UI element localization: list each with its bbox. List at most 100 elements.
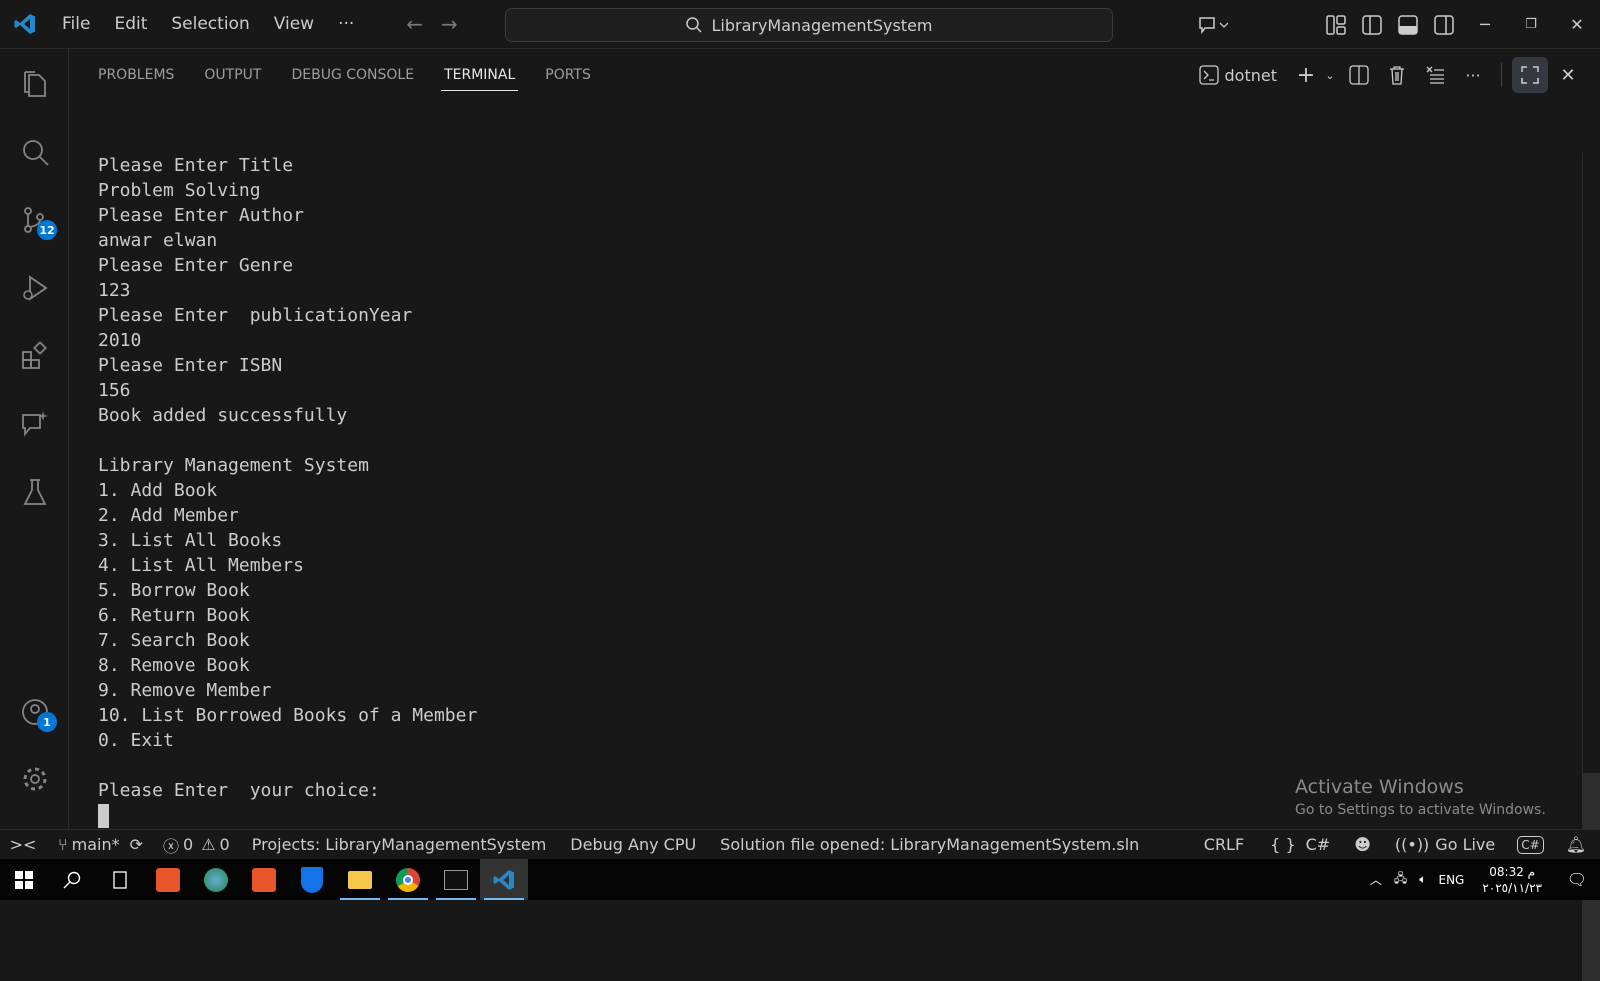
file-explorer-icon[interactable]	[336, 859, 384, 900]
terminal-line: anwar elwan	[98, 230, 218, 251]
input-language[interactable]: ENG	[1438, 873, 1464, 887]
menu-view[interactable]: View	[262, 14, 326, 34]
run-debug-icon[interactable]	[12, 265, 57, 310]
tab-problems[interactable]: PROBLEMS	[98, 49, 174, 101]
split-terminal-icon[interactable]	[1341, 57, 1377, 93]
minimize-icon[interactable]: ─	[1462, 7, 1508, 43]
sync-icon[interactable]: ⟳	[130, 835, 143, 854]
tray-chevron-up-icon[interactable]: ︿	[1370, 871, 1382, 888]
terminal-line: Please Enter ISBN	[98, 355, 283, 376]
terminal-line: 1. Add Book	[98, 480, 218, 501]
terminal-line: 5. Borrow Book	[98, 580, 250, 601]
source-control-badge: 12	[37, 220, 57, 240]
csharp-dev-kit-icon[interactable]: C#	[1517, 835, 1544, 854]
search-icon[interactable]	[12, 129, 57, 174]
chevron-down-icon[interactable]: ⌄	[1321, 57, 1339, 93]
explorer-icon[interactable]	[12, 61, 57, 106]
menu-edit[interactable]: Edit	[102, 14, 159, 34]
build-config[interactable]: Debug Any CPU	[570, 835, 696, 854]
tab-debug-console[interactable]: DEBUG CONSOLE	[291, 49, 414, 101]
volume-icon[interactable]: 🔈︎	[1419, 872, 1426, 887]
new-terminal-icon[interactable]: +	[1293, 57, 1319, 93]
language-braces[interactable]: { }	[1270, 835, 1295, 854]
terminal-line: Please Enter Author	[98, 205, 304, 226]
close-panel-icon[interactable]: ✕	[1550, 57, 1586, 93]
tab-ports[interactable]: PORTS	[545, 49, 591, 101]
menu-more[interactable]: ···	[326, 14, 366, 34]
testing-icon[interactable]	[12, 469, 57, 514]
command-center-search[interactable]: LibraryManagementSystem	[505, 8, 1113, 42]
task-view-icon[interactable]	[96, 859, 144, 900]
terminal-line: Please Enter your choice:	[98, 780, 380, 801]
menu-selection[interactable]: Selection	[159, 14, 261, 34]
maximize-panel-icon[interactable]	[1512, 57, 1548, 93]
back-arrow-icon[interactable]: ←	[406, 12, 423, 36]
projects-status[interactable]: Projects: LibraryManagementSystem	[252, 835, 547, 854]
terminal-cursor	[98, 804, 109, 828]
toggle-panel-icon[interactable]	[1390, 7, 1426, 43]
extensions-icon[interactable]	[12, 333, 57, 378]
trash-icon[interactable]	[1379, 57, 1415, 93]
app-icon-orange[interactable]	[144, 859, 192, 900]
terminal-line: 6. Return Book	[98, 605, 250, 626]
remote-icon[interactable]: ><	[0, 835, 46, 854]
terminal-line: 156	[98, 380, 131, 401]
eol-status[interactable]: CRLF	[1204, 835, 1244, 854]
defender-shield-icon[interactable]	[288, 859, 336, 900]
error-icon[interactable]: ⓧ	[163, 833, 179, 857]
notifications-bell-icon[interactable]: 🔔︎	[1566, 835, 1586, 854]
watermark-subtitle: Go to Settings to activate Windows.	[1295, 802, 1546, 818]
warning-count[interactable]: 0	[220, 835, 230, 854]
terminal-line: Please Enter Genre	[98, 255, 294, 276]
settings-gear-icon[interactable]	[12, 756, 57, 801]
command-prompt-icon[interactable]	[432, 859, 480, 900]
app-icon-globe[interactable]	[192, 859, 240, 900]
tab-terminal[interactable]: TERMINAL	[441, 49, 519, 101]
terminal-line: 9. Remove Member	[98, 680, 272, 701]
app-icon-orange-2[interactable]	[240, 859, 288, 900]
error-count[interactable]: 0	[183, 835, 193, 854]
chat-icon[interactable]	[12, 401, 57, 446]
terminal-scrollbar[interactable]	[1582, 153, 1600, 981]
terminal-line: 8. Remove Book	[98, 655, 250, 676]
terminal-name[interactable]: dotnet	[1225, 66, 1277, 85]
terminal-line: Problem Solving	[98, 180, 261, 201]
terminal-line: 2010	[98, 330, 142, 351]
toggle-primary-sidebar-icon[interactable]	[1354, 7, 1390, 43]
action-center-icon[interactable]: 🗨︎	[1554, 870, 1600, 889]
chrome-icon[interactable]	[384, 859, 432, 900]
menu-file[interactable]: File	[50, 14, 102, 34]
close-window-icon[interactable]: ✕	[1554, 7, 1600, 43]
network-icon[interactable]: 🖧	[1394, 869, 1407, 890]
windows-taskbar: ︿ 🖧 🔈︎ ENG 08:32 م ٢٠٢٥/١١/٢٣ 🗨︎	[0, 859, 1600, 900]
customize-layout-icon[interactable]	[1318, 7, 1354, 43]
copilot-icon[interactable]: ☻	[1354, 835, 1371, 854]
terminal-line: 2. Add Member	[98, 505, 239, 526]
terminal-line: Please Enter Title	[98, 155, 294, 176]
warning-icon[interactable]: ⚠	[201, 835, 215, 854]
terminal-output[interactable]: Please Enter Title Problem Solving Please …	[98, 153, 477, 828]
broadcast-icon[interactable]: ((•))	[1395, 835, 1429, 854]
windows-start-icon[interactable]	[0, 859, 48, 900]
more-actions-icon[interactable]: ···	[1455, 57, 1491, 93]
terminal-icon	[1195, 57, 1223, 93]
accounts-icon[interactable]: 1	[12, 689, 57, 734]
restore-icon[interactable]: ❐	[1508, 7, 1554, 43]
clock-time: 08:32 م	[1489, 864, 1536, 879]
clock[interactable]: 08:32 م ٢٠٢٥/١١/٢٣	[1482, 864, 1542, 896]
branch-name[interactable]: main*	[72, 835, 120, 854]
branch-icon: ⑂	[58, 835, 68, 854]
source-control-icon[interactable]: 12	[12, 197, 57, 242]
vscode-taskbar-icon[interactable]	[480, 859, 528, 900]
terminal-line: 123	[98, 280, 131, 301]
terminal-line: 0. Exit	[98, 730, 174, 751]
toggle-secondary-sidebar-icon[interactable]	[1426, 7, 1462, 43]
language-mode[interactable]: C#	[1306, 835, 1331, 854]
copilot-chat-icon[interactable]	[1188, 7, 1238, 43]
forward-arrow-icon[interactable]: →	[441, 12, 458, 36]
tab-output[interactable]: OUTPUT	[204, 49, 261, 101]
go-live-button[interactable]: Go Live	[1435, 835, 1495, 854]
clear-list-icon[interactable]	[1417, 57, 1453, 93]
taskbar-search-icon[interactable]	[48, 859, 96, 900]
